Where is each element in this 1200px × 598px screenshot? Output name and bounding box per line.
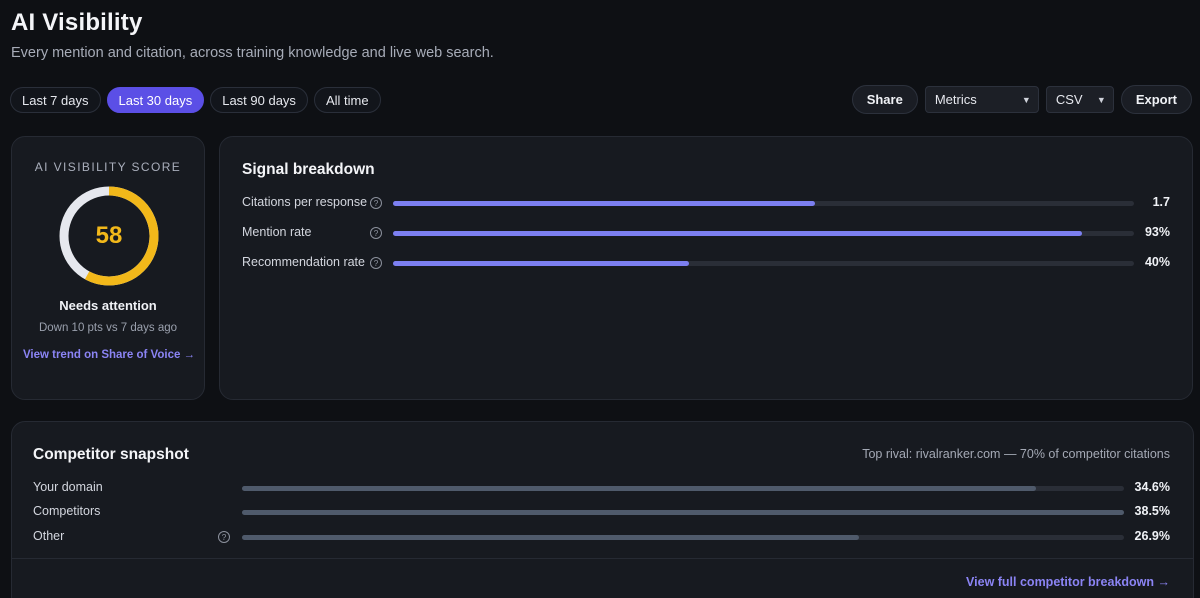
- help-icon[interactable]: ?: [370, 197, 382, 209]
- signal-track: [393, 261, 1134, 266]
- date-range-tabs: Last 7 days Last 30 days Last 90 days Al…: [10, 87, 381, 113]
- toolbar: Share Metrics ▼ CSV ▼ Export: [851, 85, 1192, 114]
- competitor-track: [242, 535, 1124, 540]
- competitor-value: 38.5%: [1134, 504, 1170, 518]
- signal-row: Recommendation rate ? 40%: [220, 254, 1192, 272]
- format-select[interactable]: CSV ▼: [1045, 86, 1114, 113]
- competitor-fill: [242, 486, 1036, 491]
- page-title: AI Visibility: [11, 9, 143, 36]
- signal-track: [393, 201, 1134, 206]
- competitor-snapshot-title: Competitor snapshot: [33, 446, 189, 463]
- export-button[interactable]: Export: [1120, 85, 1192, 114]
- competitor-row: Competitors 38.5%: [12, 503, 1193, 521]
- competitor-label: Competitors: [33, 504, 101, 518]
- share-of-voice-link[interactable]: View trend on Share of Voice →: [22, 347, 196, 363]
- signal-label: Recommendation rate: [242, 255, 365, 269]
- competitor-fill: [242, 510, 1124, 515]
- visibility-score-card: AI VISIBILITY SCORE 58 Needs attention D…: [11, 136, 205, 400]
- signal-fill: [393, 261, 690, 266]
- signal-value: 93%: [1144, 225, 1170, 239]
- competitor-snapshot-card: Competitor snapshot Top rival: rivalrank…: [11, 421, 1194, 598]
- score-status: Needs attention: [59, 298, 157, 313]
- competitor-track: [242, 510, 1124, 515]
- chevron-down-icon: ▼: [1096, 94, 1106, 105]
- tab-last-90-days[interactable]: Last 90 days: [210, 87, 308, 113]
- competitor-breakdown-link[interactable]: View full competitor breakdown →: [966, 575, 1170, 589]
- share-button[interactable]: Share: [851, 85, 918, 114]
- signal-fill: [393, 201, 816, 206]
- metrics-select-value: Metrics: [934, 92, 977, 107]
- metrics-select[interactable]: Metrics ▼: [924, 86, 1039, 113]
- help-icon[interactable]: ?: [370, 257, 382, 269]
- page-subtitle: Every mention and citation, across train…: [11, 45, 494, 61]
- top-rival-note: Top rival: rivalranker.com — 70% of comp…: [862, 447, 1170, 461]
- format-select-value: CSV: [1055, 92, 1083, 107]
- signal-track: [393, 231, 1134, 236]
- tab-last-7-days[interactable]: Last 7 days: [10, 87, 101, 113]
- competitor-label: Other: [33, 529, 65, 543]
- score-delta: Down 10 pts vs 7 days ago: [38, 322, 178, 334]
- tab-last-30-days[interactable]: Last 30 days: [106, 87, 205, 113]
- signal-label: Citations per response: [242, 195, 368, 209]
- competitor-track: [242, 486, 1124, 491]
- chevron-down-icon: ▼: [1021, 94, 1031, 105]
- competitor-value: 26.9%: [1134, 529, 1170, 543]
- divider: [12, 558, 1193, 559]
- score-label: AI VISIBILITY SCORE: [34, 160, 182, 174]
- signal-row: Mention rate ? 93%: [220, 224, 1192, 242]
- competitor-row: Other ? 26.9%: [12, 528, 1193, 546]
- signal-value: 1.7: [1152, 195, 1170, 209]
- signal-label: Mention rate: [242, 225, 312, 239]
- signal-breakdown-title: Signal breakdown: [242, 161, 375, 178]
- signal-row: Citations per response ? 1.7: [220, 194, 1192, 212]
- signal-value: 40%: [1144, 255, 1170, 269]
- signal-fill: [393, 231, 1083, 236]
- competitor-label: Your domain: [33, 480, 103, 494]
- score-value: 58: [95, 222, 123, 249]
- help-icon[interactable]: ?: [218, 531, 230, 543]
- signal-breakdown-card: Signal breakdown Citations per response …: [219, 136, 1193, 400]
- tab-all-time[interactable]: All time: [313, 87, 381, 113]
- competitor-value: 34.6%: [1134, 480, 1170, 494]
- competitor-fill: [242, 535, 860, 540]
- help-icon[interactable]: ?: [370, 227, 382, 239]
- competitor-row: Your domain 34.6%: [12, 479, 1193, 497]
